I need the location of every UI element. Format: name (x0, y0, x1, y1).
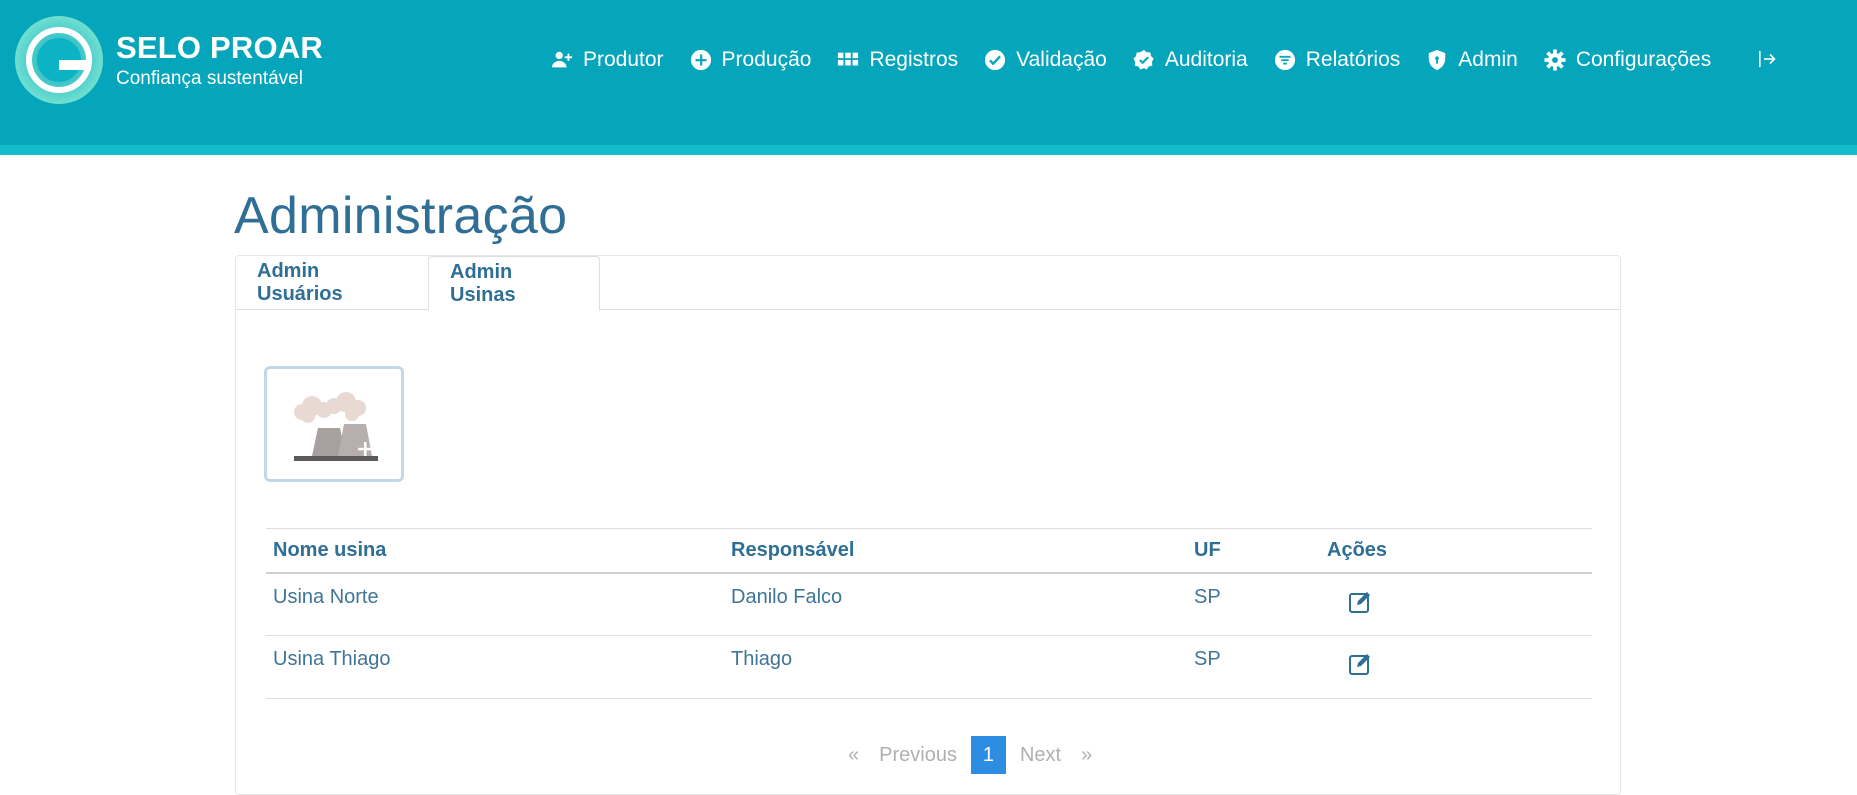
nav-item-produtor[interactable]: Produtor (550, 48, 664, 72)
nav-item-registros[interactable]: Registros (836, 48, 958, 72)
nav-label: Auditoria (1164, 48, 1248, 71)
cell-plant-name: Usina Norte (266, 572, 724, 636)
col-header-uf[interactable]: UF (1187, 528, 1320, 574)
brand: SELO PROAR Confiança sustentável (116, 30, 323, 91)
col-header-responsavel[interactable]: Responsável (724, 528, 1187, 574)
table-row: Usina Norte Danilo Falco SP (266, 572, 1592, 636)
pagination-page-current[interactable]: 1 (970, 736, 1006, 774)
tab-admin-usinas[interactable]: Admin Usinas (428, 256, 600, 311)
main-nav: Produtor Produção Registros Validação Au… (550, 44, 1736, 76)
user-plus-icon (550, 48, 574, 72)
grid-icon (836, 48, 860, 72)
edit-icon[interactable] (1348, 652, 1372, 676)
nav-label: Registros (869, 48, 959, 71)
nav-label: Admin (1458, 48, 1518, 71)
badge-check-icon (1132, 48, 1156, 72)
pagination-first[interactable]: « (838, 744, 869, 767)
check-circle-icon (983, 48, 1007, 72)
nav-item-admin[interactable]: Admin (1425, 48, 1518, 72)
pagination-previous[interactable]: Previous (869, 744, 967, 767)
cell-uf: SP (1187, 635, 1320, 699)
cell-uf: SP (1187, 572, 1320, 636)
filter-circle-icon (1273, 48, 1297, 72)
header-stripe (0, 145, 1857, 155)
cell-responsible: Thiago (724, 635, 1187, 699)
admin-card: Admin Usuários Admin Usinas Nome usina R… (235, 255, 1621, 795)
gear-icon (1543, 48, 1567, 72)
table-header-row: Nome usina Responsável UF Ações (266, 528, 1592, 574)
col-header-acoes: Ações (1320, 528, 1592, 574)
logout-icon[interactable] (1758, 48, 1778, 70)
nav-label: Produção (721, 48, 812, 71)
nav-label: Produtor (583, 48, 664, 71)
add-plant-button[interactable] (264, 366, 404, 482)
cell-actions (1320, 635, 1592, 699)
nav-item-configuracoes[interactable]: Configurações (1543, 48, 1711, 72)
plants-table: Nome usina Responsável UF Ações Usina No… (266, 528, 1592, 699)
col-header-nome-usina[interactable]: Nome usina (266, 528, 724, 574)
tab-bar: Admin Usuários Admin Usinas (236, 256, 1620, 311)
tab-admin-usuarios[interactable]: Admin Usuários (236, 256, 428, 310)
nav-item-auditoria[interactable]: Auditoria (1132, 48, 1248, 72)
shield-icon (1425, 48, 1449, 72)
top-header: SELO PROAR Confiança sustentável Produto… (0, 0, 1857, 145)
power-plant-add-icon (294, 392, 378, 461)
table-row: Usina Thiago Thiago SP (266, 635, 1592, 699)
cell-responsible: Danilo Falco (724, 572, 1187, 636)
cell-actions (1320, 572, 1592, 636)
nav-label: Configurações (1575, 48, 1712, 71)
nav-item-relatorios[interactable]: Relatórios (1273, 48, 1401, 72)
pagination-next[interactable]: Next (1010, 744, 1071, 767)
pagination-last[interactable]: » (1071, 744, 1102, 767)
pagination: « Previous 1 Next » (838, 736, 1102, 774)
edit-icon[interactable] (1348, 590, 1372, 614)
brand-subtitle: Confiança sustentável (116, 68, 303, 89)
plus-circle-icon (689, 48, 713, 72)
brand-title: SELO PROAR (116, 30, 323, 65)
nav-item-validacao[interactable]: Validação (983, 48, 1107, 72)
page-title: Administração (234, 187, 568, 245)
brand-logo[interactable] (14, 15, 104, 105)
nav-label: Validação (1016, 48, 1107, 71)
cell-plant-name: Usina Thiago (266, 635, 724, 699)
nav-label: Relatórios (1305, 48, 1401, 71)
nav-item-producao[interactable]: Produção (689, 48, 812, 72)
